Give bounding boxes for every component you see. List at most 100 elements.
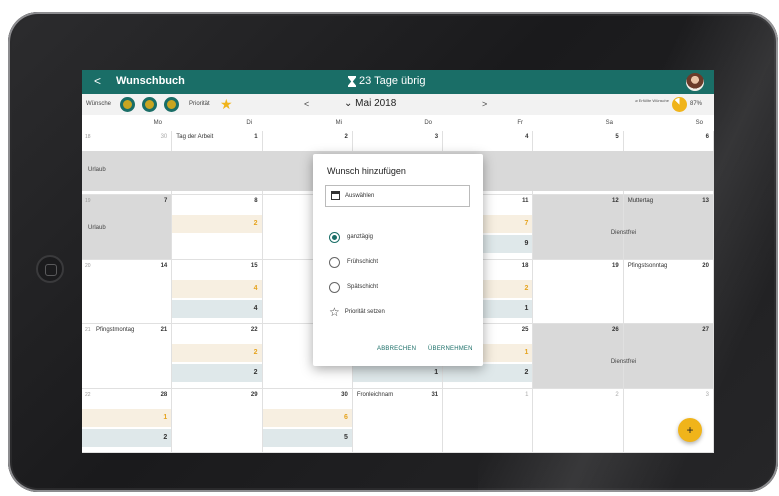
weekday-di: Di [246,120,252,126]
calendar-day-cell[interactable]: 20 14 [82,259,173,325]
day-number: 27 [702,327,709,334]
calendar-day-cell[interactable]: 21 21 Pfingstmontag [82,324,173,389]
radio-selected-icon[interactable] [329,231,340,243]
day-number: 8 [254,198,258,205]
month-selector[interactable]: ⌄ Mai 2018 [344,98,396,109]
calendar-day-cell[interactable]: 31 Fronleichnam [352,388,444,453]
calendar-day-cell[interactable]: 20 Pfingstsonntag [623,259,714,325]
calendar-day-cell[interactable]: 2 [533,388,624,453]
day-number: 2 [615,391,619,398]
vacation-label: Urlaub [88,167,106,173]
weekday-fr: Fr [517,120,523,126]
wish-count-late: 2 [172,364,262,383]
option-full-day-label: ganztägig [347,234,374,240]
day-number: 13 [702,198,709,205]
dayoff-label-week21: Dienstfrei [610,359,637,365]
option-full-day[interactable]: ganztägig [329,230,373,244]
week-number: 19 [85,198,91,205]
day-number: 2 [344,134,348,140]
weekday-so: So [695,120,703,126]
day-number: 3 [434,134,439,140]
weekday-sa: Sa [605,120,613,126]
back-icon[interactable]: < [94,74,101,88]
avatar[interactable] [686,73,704,91]
calendar-day-cell[interactable]: 19 7 Urlaub [82,195,173,260]
calendar-day-cell[interactable]: 29 [172,388,263,453]
wish-count-late: 5 [262,428,352,447]
day-number: 18 [521,262,529,269]
day-number: 15 [250,262,258,269]
radio-icon[interactable] [329,256,340,268]
app-screen: < Wunschbuch 23 Tage übrig Wünsche Prior… [82,70,714,453]
option-late-shift-label: Spätschicht [347,284,379,290]
calendar-day-cell[interactable]: 19 [533,259,624,325]
wish-token-3[interactable] [164,97,179,112]
fulfilled-pie-icon [672,97,687,112]
wishes-label: Wünsche [86,101,112,107]
day-number: 30 [160,134,168,140]
day-number: 20 [702,262,709,269]
wish-token-2[interactable] [142,97,157,112]
calendar-day-cell[interactable]: 26 [533,324,624,389]
calendar-day-cell[interactable]: 12 [533,195,624,260]
holiday-label: Tag der Arbeit [176,134,214,140]
star-outline-icon: ☆ [329,305,340,319]
day-number: 12 [612,198,619,205]
star-icon[interactable]: ★ [220,96,233,113]
calendar-day-cell[interactable]: 1 [443,388,534,453]
day-number: 4 [525,134,529,140]
calendar-day-cell[interactable]: 22 28 1 2 [82,388,173,453]
dayoff-label-week19: Dienstfrei [610,230,637,236]
fulfilled-label: ø Erfüllte Wünsche [635,98,669,103]
toolbar: Wünsche Priorität ★ < ⌄ Mai 2018 > ø Erf… [82,94,714,115]
calendar-day-cell[interactable]: 30 6 5 [262,388,353,453]
set-priority-label: Priorität setzen [344,309,385,315]
hourglass-icon [348,75,356,87]
calendar-day-cell[interactable]: 22 2 2 [172,324,263,389]
day-number: 31 [431,391,439,398]
week-number: 22 [85,391,91,398]
day-number: 5 [615,134,619,140]
day-number: 1 [254,134,258,140]
radio-icon[interactable] [329,281,340,293]
day-number: 6 [705,134,709,140]
wish-count-early: 1 [82,408,172,427]
cancel-button[interactable]: ABBRECHEN [377,346,416,352]
calendar-day-cell[interactable]: 82 [172,195,263,260]
week-number: 20 [85,262,91,269]
day-number: 28 [160,391,168,398]
option-early-shift-label: Frühschicht [347,259,379,265]
holiday-label: Fronleichnam [356,391,394,398]
wish-count-late: 4 [172,299,262,318]
calendar-day-cell[interactable]: 13 Muttertag [623,195,714,260]
add-wish-dialog: Wunsch hinzufügen Auswählen ganztägig Fr… [313,154,483,366]
weekday-do: Do [424,120,432,126]
week-number: 18 [85,134,91,140]
calendar-icon [331,191,340,200]
dialog-title: Wunsch hinzufügen [327,166,406,176]
home-button[interactable] [36,255,64,283]
day-number: 29 [250,391,258,398]
holiday-label: Pfingstmontag [96,327,135,334]
wish-count-late: 1 [352,364,443,383]
add-wish-fab[interactable]: + [678,418,702,442]
wish-count-early: 6 [262,408,352,427]
day-number: 11 [522,198,529,205]
apply-button[interactable]: ÜBERNEHMEN [428,346,473,352]
day-number: 21 [160,327,168,334]
calendar-day-cell[interactable]: 3 [623,388,714,453]
next-month-button[interactable]: > [482,99,487,109]
calendar-day-cell[interactable]: 27 [623,324,714,389]
app-title: Wunschbuch [116,75,185,87]
date-select-field[interactable]: Auswählen [325,185,470,207]
remaining-days: 23 Tage übrig [348,75,425,87]
day-number: 7 [163,198,168,205]
wish-count-late: 2 [82,428,172,447]
wish-token-1[interactable] [120,97,135,112]
month-label: Mai 2018 [355,98,397,109]
option-late-shift[interactable]: Spätschicht [329,280,378,294]
calendar-day-cell[interactable]: 15 4 4 [172,259,263,325]
option-early-shift[interactable]: Frühschicht [329,255,378,269]
set-priority-option[interactable]: ☆ Priorität setzen [329,305,385,319]
prev-month-button[interactable]: < [304,99,309,109]
